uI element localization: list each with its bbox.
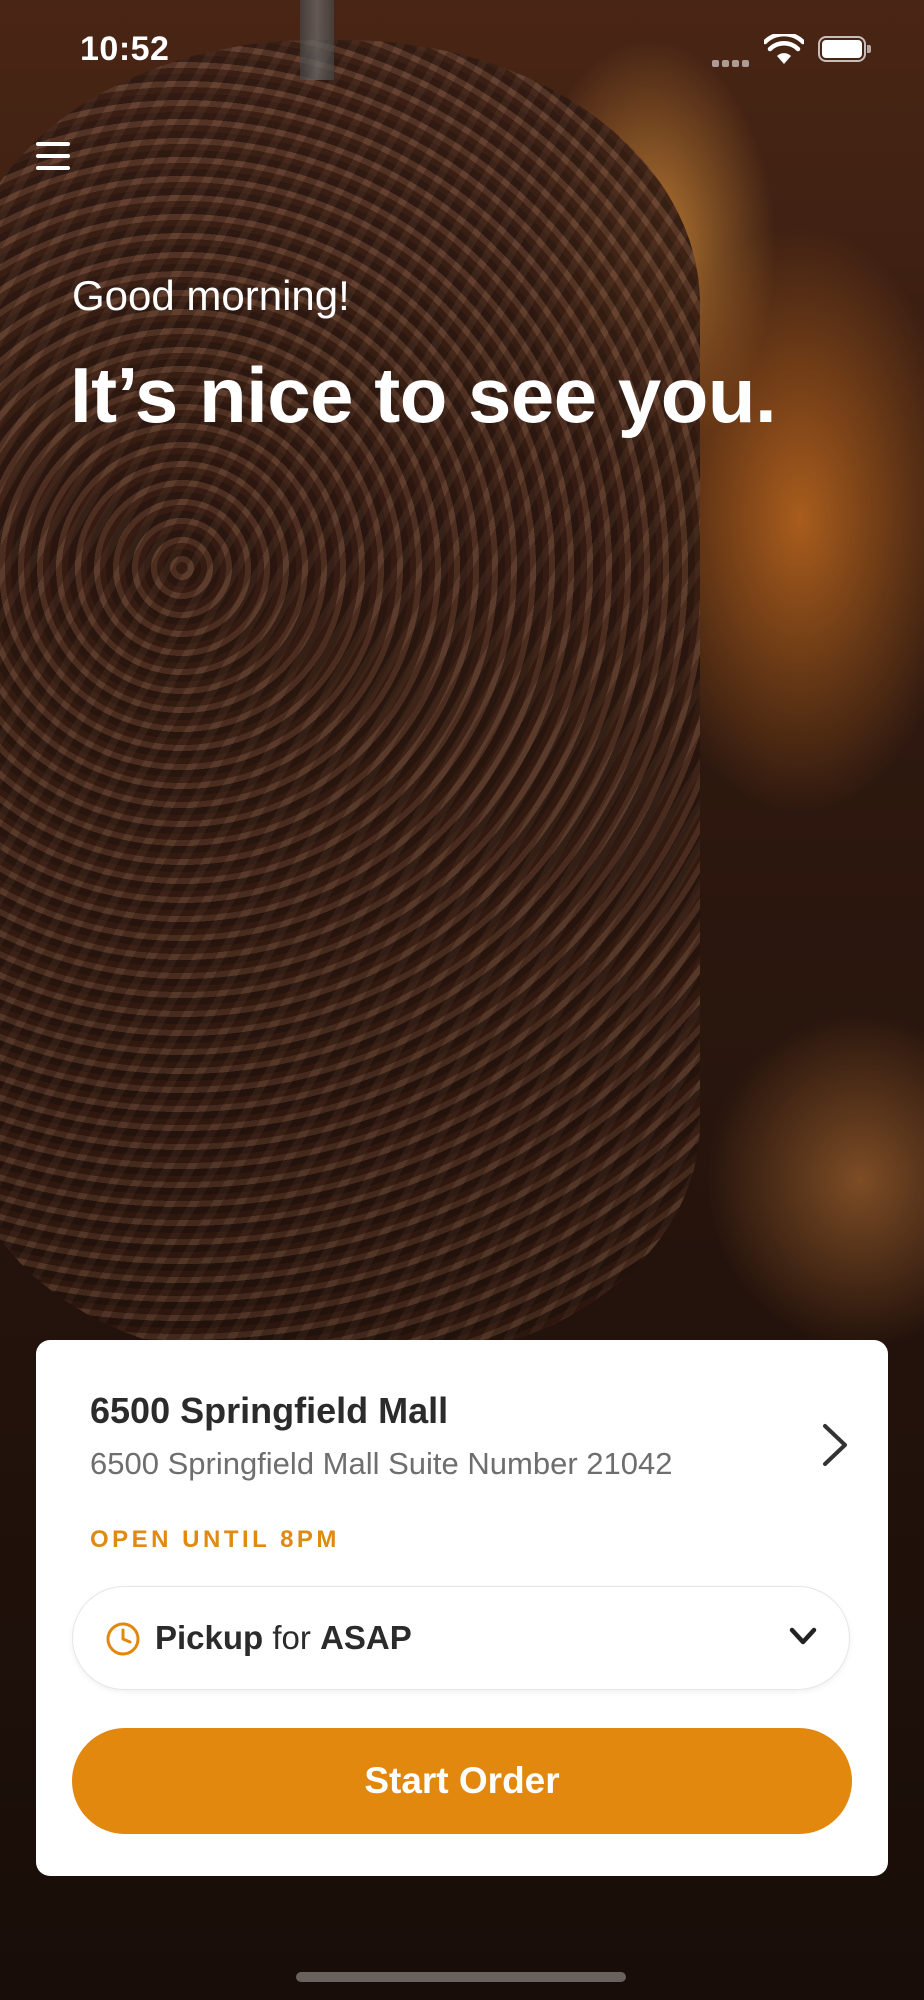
battery-icon [818, 36, 871, 62]
status-bar: 10:52 [0, 0, 924, 100]
order-time-value: ASAP [320, 1619, 412, 1656]
status-time: 10:52 [80, 30, 170, 68]
store-address: 6500 Springfield Mall Suite Number 21042 [90, 1446, 673, 1481]
clock-icon [106, 1622, 140, 1656]
greeting-text: Good morning! [72, 272, 350, 319]
store-card: 6500 Springfield Mall 6500 Springfield M… [36, 1340, 888, 1876]
store-selector[interactable]: 6500 Springfield Mall 6500 Springfield M… [90, 1390, 850, 1510]
cellular-signal-icon [712, 54, 752, 72]
welcome-headline: It’s nice to see you. [70, 351, 777, 439]
wifi-icon [764, 34, 804, 64]
start-order-button[interactable]: Start Order [72, 1728, 852, 1834]
order-mode-value: Pickup [155, 1619, 264, 1656]
home-indicator [296, 1972, 626, 1982]
chevron-down-icon [789, 1627, 817, 1645]
store-name: 6500 Springfield Mall [90, 1390, 449, 1431]
order-mode-text: Pickup for ASAP [155, 1619, 412, 1657]
order-mode-dropdown[interactable]: Pickup for ASAP [72, 1586, 850, 1690]
chevron-right-icon [823, 1424, 847, 1466]
menu-icon[interactable] [34, 138, 74, 178]
order-mode-connector: for [272, 1619, 311, 1656]
open-status-label: OPEN UNTIL 8PM [90, 1526, 340, 1553]
